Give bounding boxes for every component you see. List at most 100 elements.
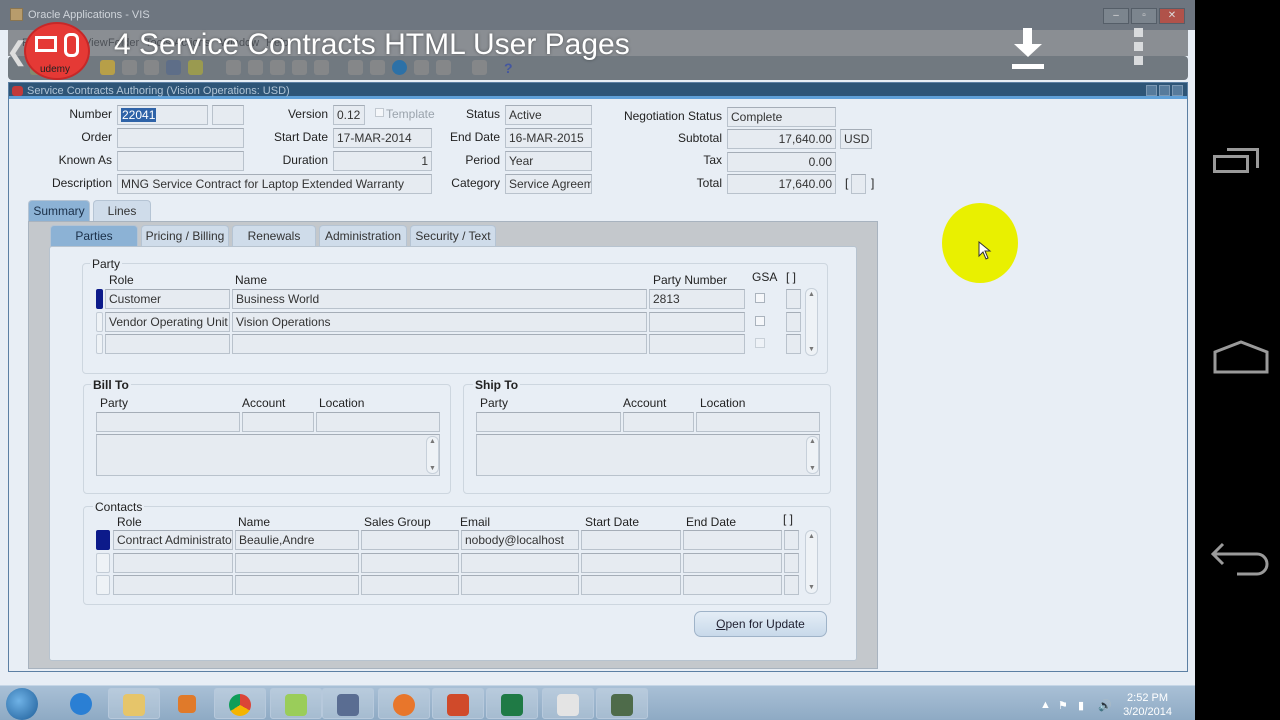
- contact-sales-group-field[interactable]: [361, 553, 459, 573]
- attachment-paperclip-icon[interactable]: [414, 60, 429, 75]
- scroll-down-icon[interactable]: ▼: [808, 346, 815, 353]
- party-name-field[interactable]: Business World: [232, 289, 647, 309]
- taskbar-chrome[interactable]: [214, 688, 266, 719]
- scroll-up-icon[interactable]: ▲: [808, 533, 815, 540]
- volume-icon[interactable]: 🔊: [1098, 699, 1112, 712]
- order-field[interactable]: [117, 128, 244, 148]
- taskbar-snipping-tool[interactable]: [596, 688, 648, 719]
- contact-sales-group-field[interactable]: [361, 575, 459, 595]
- window-icon[interactable]: [472, 60, 487, 75]
- end-date-field[interactable]: 16-MAR-2015: [505, 128, 592, 148]
- contact-role-field[interactable]: [113, 553, 233, 573]
- contact-row-indicator[interactable]: [96, 575, 110, 595]
- minimize-button[interactable]: –: [1103, 8, 1129, 24]
- contact-email-field[interactable]: [461, 575, 579, 595]
- contact-name-field[interactable]: Beaulie,Andre: [235, 530, 359, 550]
- scroll-up-icon[interactable]: ▲: [808, 291, 815, 298]
- party-dff-field[interactable]: [786, 334, 801, 354]
- template-checkbox[interactable]: [375, 108, 384, 117]
- currency-field[interactable]: USD: [840, 129, 872, 149]
- restore-button[interactable]: ▫: [1131, 8, 1157, 24]
- party-scrollbar[interactable]: ▲ ▼: [805, 288, 818, 356]
- category-field[interactable]: Service Agreeme: [505, 174, 592, 194]
- taskbar-file-explorer[interactable]: [108, 688, 160, 719]
- open-for-update-button[interactable]: Open for Update: [694, 611, 827, 637]
- party-number-field[interactable]: [649, 334, 745, 354]
- edit-field-icon[interactable]: [348, 60, 363, 75]
- scroll-down-icon[interactable]: ▼: [808, 584, 815, 591]
- contact-role-field[interactable]: Contract Administrator: [113, 530, 233, 550]
- ship-to-address-field[interactable]: [476, 434, 820, 476]
- party-role-field[interactable]: Customer: [105, 289, 230, 309]
- party-number-field[interactable]: [649, 312, 745, 332]
- taskbar-excel[interactable]: [486, 688, 538, 719]
- known-as-field[interactable]: [117, 151, 244, 171]
- party-gsa-checkbox[interactable]: [755, 293, 765, 303]
- party-row-indicator[interactable]: [96, 312, 103, 332]
- taskbar-internet-explorer[interactable]: [56, 688, 108, 719]
- tab-renewals[interactable]: Renewals: [232, 225, 316, 247]
- taskbar-java[interactable]: [542, 688, 594, 719]
- party-gsa-checkbox[interactable]: [755, 338, 765, 348]
- contact-start-date-field[interactable]: [581, 575, 681, 595]
- copy-icon[interactable]: [248, 60, 263, 75]
- subtotal-field[interactable]: 17,640.00: [727, 129, 836, 149]
- more-options-icon[interactable]: [1134, 28, 1144, 70]
- number-modifier-field[interactable]: [212, 105, 244, 125]
- scroll-down-icon[interactable]: ▼: [429, 465, 436, 472]
- new-record-icon[interactable]: [292, 60, 307, 75]
- recent-apps-icon[interactable]: [1213, 148, 1259, 173]
- contact-start-date-field[interactable]: [581, 530, 681, 550]
- taskbar-firefox[interactable]: [378, 688, 430, 719]
- contact-sales-group-field[interactable]: [361, 530, 459, 550]
- tax-field[interactable]: 0.00: [727, 152, 836, 172]
- start-date-field[interactable]: 17-MAR-2014: [333, 128, 432, 148]
- ship-to-party-field[interactable]: [476, 412, 621, 432]
- contact-email-field[interactable]: nobody@localhost: [461, 530, 579, 550]
- tab-administration[interactable]: Administration: [319, 225, 407, 247]
- tab-security-text[interactable]: Security / Text: [410, 225, 496, 247]
- home-icon[interactable]: [1213, 340, 1269, 374]
- bill-to-scrollbar[interactable]: ▲ ▼: [426, 436, 439, 474]
- party-dff-field[interactable]: [786, 312, 801, 332]
- tab-summary[interactable]: Summary: [28, 200, 90, 222]
- bill-to-address-field[interactable]: [96, 434, 440, 476]
- contact-row-indicator[interactable]: [96, 530, 110, 550]
- scroll-up-icon[interactable]: ▲: [809, 438, 816, 445]
- party-name-field[interactable]: Vision Operations: [232, 312, 647, 332]
- contact-dff-field[interactable]: [784, 553, 799, 573]
- clock[interactable]: 2:52 PM 3/20/2014: [1123, 691, 1172, 719]
- contact-name-field[interactable]: [235, 575, 359, 595]
- bill-to-location-field[interactable]: [316, 412, 440, 432]
- zoom-icon[interactable]: [370, 60, 385, 75]
- download-icon[interactable]: [1010, 26, 1046, 72]
- find-icon[interactable]: [188, 60, 203, 75]
- number-field[interactable]: 22041: [117, 105, 208, 125]
- contact-end-date-field[interactable]: [683, 530, 782, 550]
- contact-name-field[interactable]: [235, 553, 359, 573]
- contact-role-field[interactable]: [113, 575, 233, 595]
- back-icon[interactable]: [1209, 540, 1271, 578]
- party-role-field[interactable]: Vendor Operating Unit: [105, 312, 230, 332]
- ship-to-account-field[interactable]: [623, 412, 694, 432]
- bill-to-account-field[interactable]: [242, 412, 314, 432]
- tab-pricing-billing[interactable]: Pricing / Billing: [141, 225, 229, 247]
- contact-end-date-field[interactable]: [683, 553, 782, 573]
- status-field[interactable]: Active: [505, 105, 592, 125]
- bill-to-party-field[interactable]: [96, 412, 240, 432]
- taskbar-virtualbox[interactable]: [322, 688, 374, 719]
- period-field[interactable]: Year: [505, 151, 592, 171]
- party-role-field[interactable]: [105, 334, 230, 354]
- duration-field[interactable]: 1: [333, 151, 432, 171]
- cut-icon[interactable]: [226, 60, 241, 75]
- close-button[interactable]: ✕: [1159, 8, 1185, 24]
- translations-globe-icon[interactable]: [392, 60, 407, 75]
- contact-end-date-field[interactable]: [683, 575, 782, 595]
- print-icon[interactable]: [166, 60, 181, 75]
- ship-to-scrollbar[interactable]: ▲ ▼: [806, 436, 819, 474]
- taskbar-powerpoint[interactable]: [432, 688, 484, 719]
- party-name-field[interactable]: [232, 334, 647, 354]
- attachments-hand-icon[interactable]: [144, 60, 159, 75]
- description-field[interactable]: MNG Service Contract for Laptop Extended…: [117, 174, 432, 194]
- scroll-up-icon[interactable]: ▲: [429, 438, 436, 445]
